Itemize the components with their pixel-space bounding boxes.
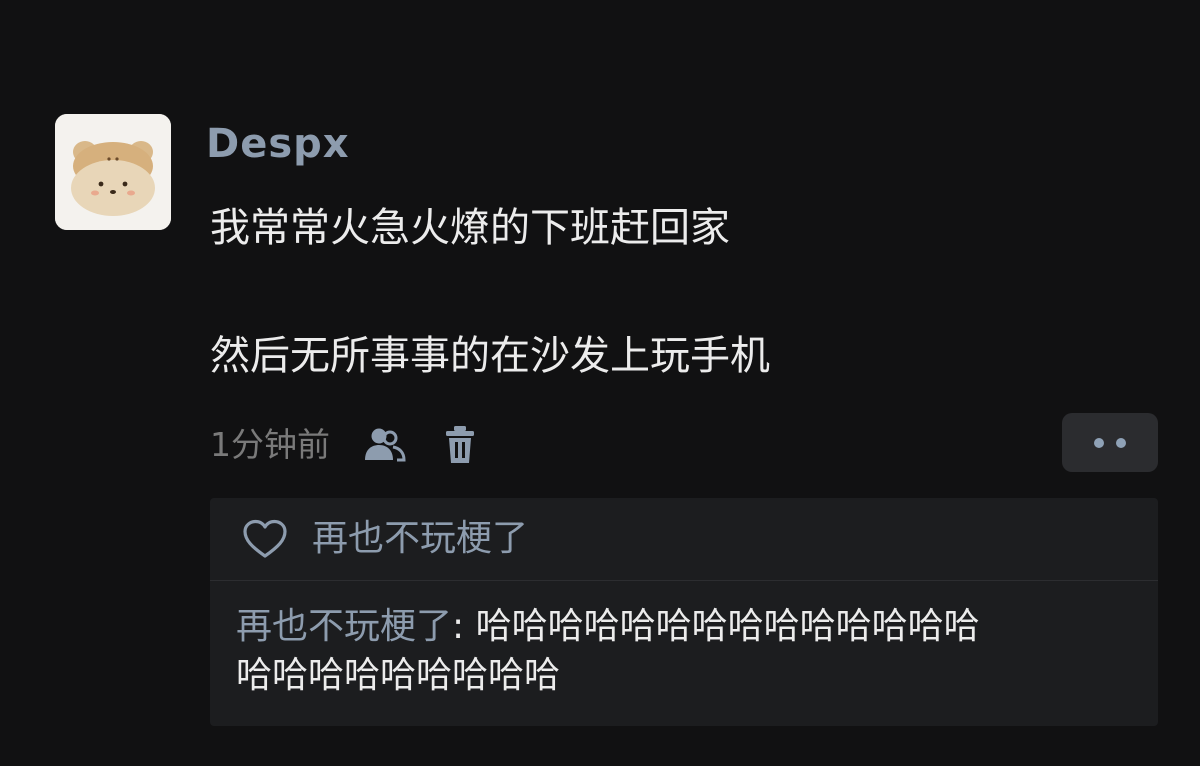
friends-icon[interactable] (360, 426, 408, 464)
comment-text-line-2: 哈哈哈哈哈哈哈哈哈 (236, 655, 561, 696)
more-button[interactable] (1062, 413, 1158, 472)
comment-text-line-1: 哈哈哈哈哈哈哈哈哈哈哈哈哈哈 (475, 606, 980, 647)
interaction-panel: 再也不玩梗了 再也不玩梗了: 哈哈哈哈哈哈哈哈哈哈哈哈哈哈 哈哈哈哈哈哈哈哈哈 (210, 498, 1158, 726)
post-meta: 1分钟前 (210, 422, 476, 468)
heart-icon (242, 519, 288, 559)
timestamp: 1分钟前 (210, 425, 330, 464)
more-dots-icon (1116, 437, 1126, 448)
post-text-line-2: 然后无所事事的在沙发上玩手机 (210, 333, 770, 379)
liker-name[interactable]: 再也不玩梗了 (312, 515, 528, 563)
post-text-line-1: 我常常火急火燎的下班赶回家 (210, 205, 730, 251)
comment-separator: : (452, 606, 476, 647)
moment-post: Despx 我常常火急火燎的下班赶回家 然后无所事事的在沙发上玩手机 1分钟前 (0, 0, 1200, 766)
likes-row: 再也不玩梗了 (210, 498, 1158, 581)
trash-icon[interactable] (444, 425, 476, 465)
username[interactable]: Despx (206, 118, 350, 170)
avatar[interactable] (55, 114, 171, 230)
more-dots-icon (1094, 437, 1104, 448)
comment: 再也不玩梗了: 哈哈哈哈哈哈哈哈哈哈哈哈哈哈 哈哈哈哈哈哈哈哈哈 (236, 602, 1154, 700)
bear-bun-avatar-icon (55, 114, 171, 230)
comment-author[interactable]: 再也不玩梗了 (236, 606, 452, 647)
